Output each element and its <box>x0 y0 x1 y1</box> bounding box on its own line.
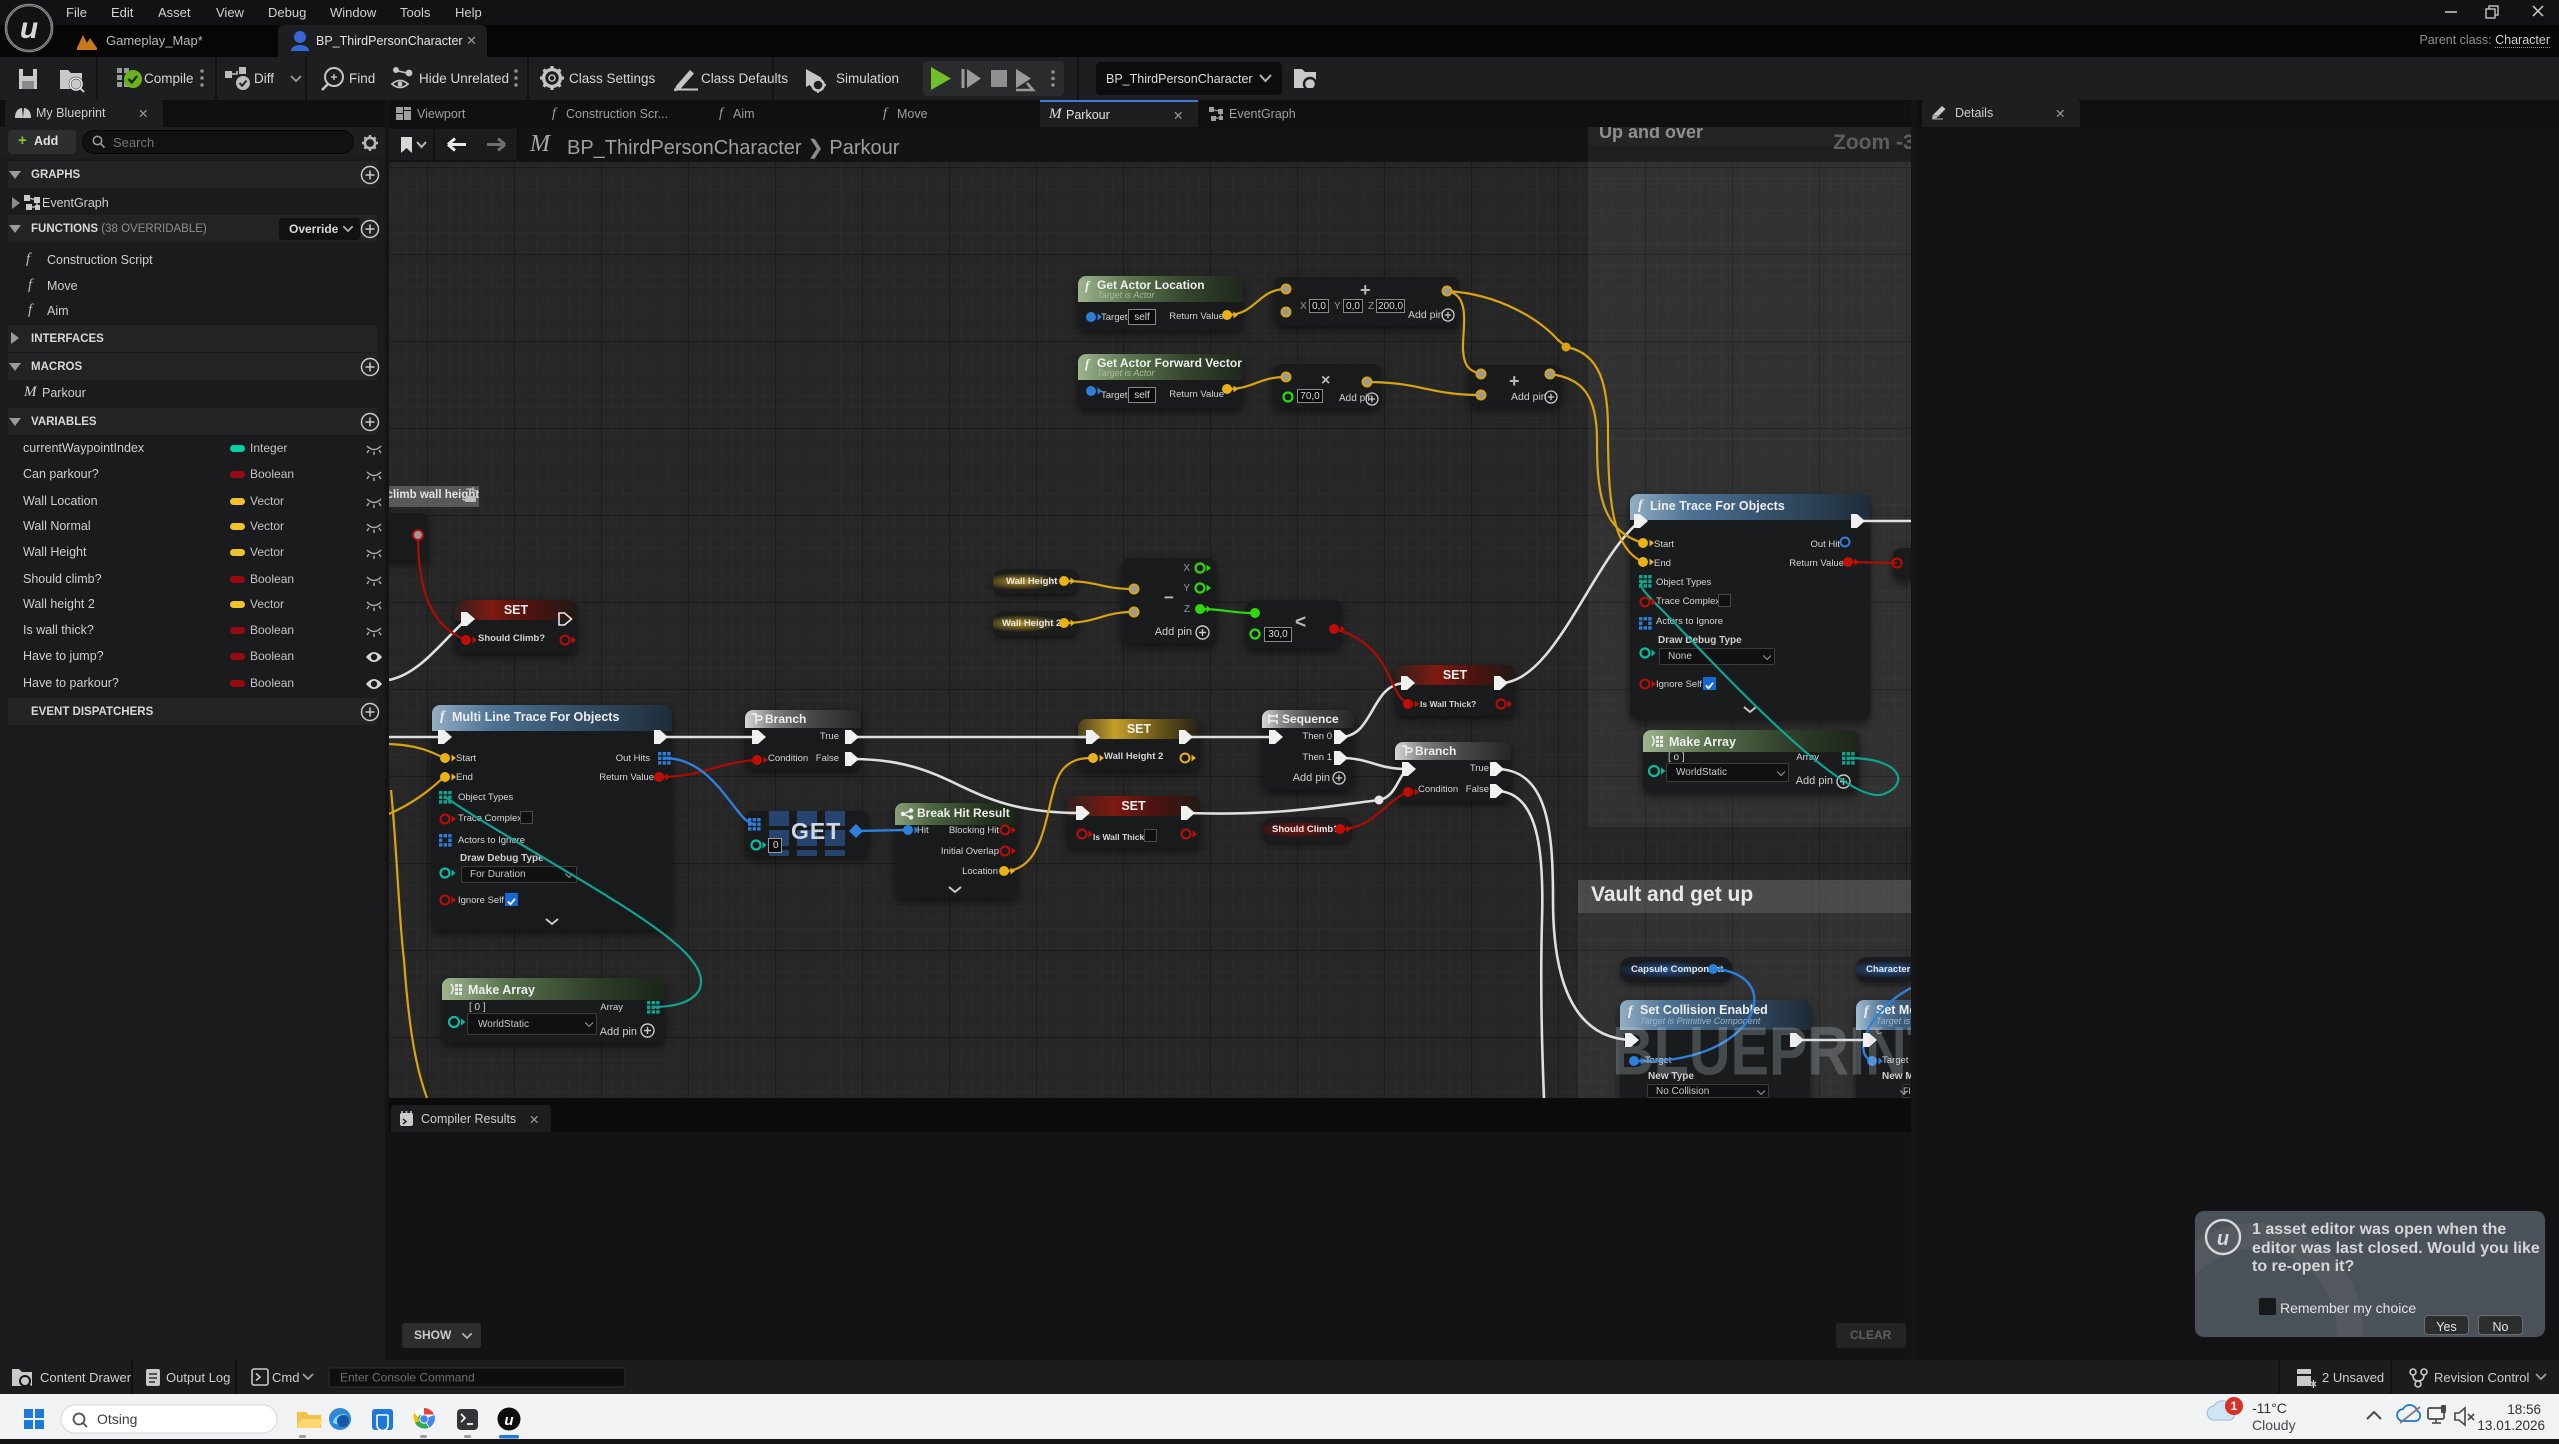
svg-text:u: u <box>504 1412 513 1429</box>
svg-text:Hide Unrelated: Hide Unrelated <box>419 71 509 86</box>
svg-text:1: 1 <box>2231 1399 2238 1413</box>
svg-text:2 Unsaved: 2 Unsaved <box>2322 1370 2384 1385</box>
svg-text:Simulation: Simulation <box>836 71 899 86</box>
svg-text:Output Log: Output Log <box>166 1370 230 1385</box>
svg-text:u: u <box>2217 1228 2229 1250</box>
svg-text:Cloudy: Cloudy <box>2252 1417 2296 1433</box>
svg-text:Diff: Diff <box>254 71 274 86</box>
svg-text:Cmd: Cmd <box>272 1370 299 1385</box>
svg-text:Content Drawer: Content Drawer <box>40 1370 132 1385</box>
svg-text:Compile: Compile <box>144 71 194 86</box>
svg-text:18:56: 18:56 <box>2507 1402 2541 1417</box>
svg-text:Find: Find <box>349 71 375 86</box>
svg-text:Class Settings: Class Settings <box>569 71 656 86</box>
svg-text:13.01.2026: 13.01.2026 <box>2477 1418 2545 1433</box>
svg-text:Enter Console Command: Enter Console Command <box>340 1371 475 1385</box>
svg-text:u: u <box>20 12 38 45</box>
svg-text:Otsing: Otsing <box>97 1411 137 1427</box>
svg-text:Revision Control: Revision Control <box>2434 1370 2529 1385</box>
svg-text:BP_ThirdPersonCharacter: BP_ThirdPersonCharacter <box>1106 72 1253 86</box>
svg-text:-11°C: -11°C <box>2252 1400 2287 1416</box>
svg-text:Class Defaults: Class Defaults <box>701 71 788 86</box>
